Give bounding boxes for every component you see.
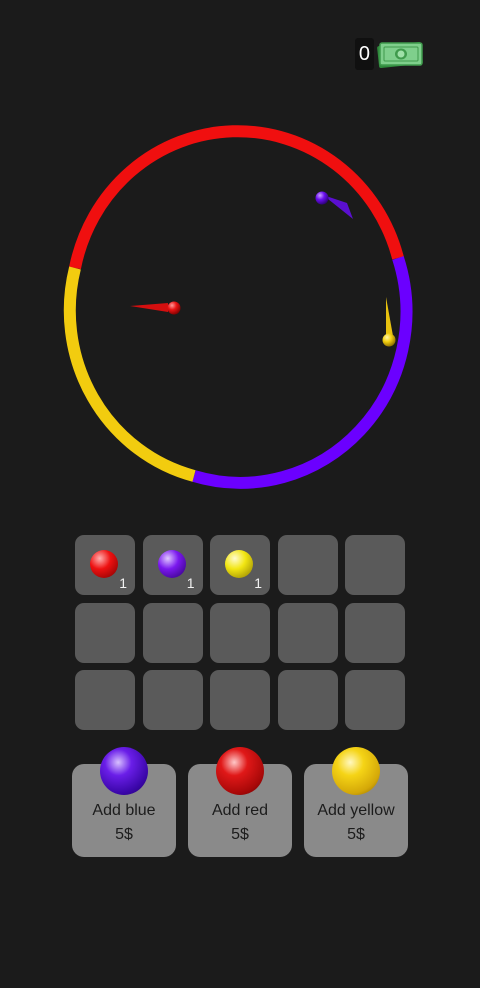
yellow-ball-icon: [332, 747, 380, 795]
blue-ball-icon: [100, 747, 148, 795]
blue-ball: [315, 191, 329, 205]
blue-ball-icon: [157, 550, 186, 578]
inventory-slot-empty[interactable]: [345, 535, 405, 595]
add-blue-label: Add blue: [92, 802, 156, 819]
add-yellow-price: 5$: [347, 826, 365, 843]
ball-inventory: 1 1 1: [75, 535, 405, 730]
yellow-ball-icon: [225, 550, 253, 578]
inventory-slot-empty[interactable]: [345, 602, 405, 663]
inventory-slot-empty[interactable]: [75, 602, 135, 663]
add-blue-button[interactable]: Add blue 5$: [72, 747, 176, 857]
add-red-button[interactable]: Add red 5$: [188, 747, 292, 857]
add-blue-price: 5$: [115, 826, 133, 843]
add-yellow-button[interactable]: Add yellow 5$: [304, 747, 408, 857]
inventory-slot-empty[interactable]: [210, 602, 270, 663]
inventory-slot-empty[interactable]: [277, 535, 338, 595]
yellow-ball-trail: [386, 297, 393, 336]
red-ball-icon: [216, 747, 264, 795]
slot-count: 1: [254, 575, 262, 591]
inventory-slot-empty[interactable]: [277, 602, 338, 663]
yellow-ball: [382, 333, 396, 347]
inventory-slot-empty[interactable]: [345, 670, 405, 730]
inventory-slot[interactable]: 1: [210, 535, 270, 595]
slot-count: 1: [119, 575, 127, 591]
inventory-slot-empty[interactable]: [142, 670, 203, 730]
game-arena[interactable]: [0, 0, 480, 500]
inventory-slot[interactable]: 1: [142, 535, 203, 595]
ring-segment-red: [69, 125, 404, 270]
red-ball-icon: [90, 550, 118, 578]
inventory-slot-empty[interactable]: [210, 670, 270, 730]
slot-count: 1: [186, 575, 195, 591]
add-red-label: Add red: [211, 802, 269, 819]
red-ball-trail: [130, 303, 168, 312]
inventory-slot-empty[interactable]: [277, 670, 338, 730]
ring-segment-yellow: [63, 266, 196, 482]
add-yellow-label: Add yellow: [317, 802, 395, 819]
inventory-slot-empty[interactable]: [75, 670, 135, 730]
inventory-slot-empty[interactable]: [142, 602, 203, 663]
red-ball: [167, 301, 181, 315]
add-red-price: 5$: [231, 826, 249, 843]
ring-segment-blue: [192, 256, 413, 489]
inventory-slot[interactable]: 1: [75, 535, 135, 595]
